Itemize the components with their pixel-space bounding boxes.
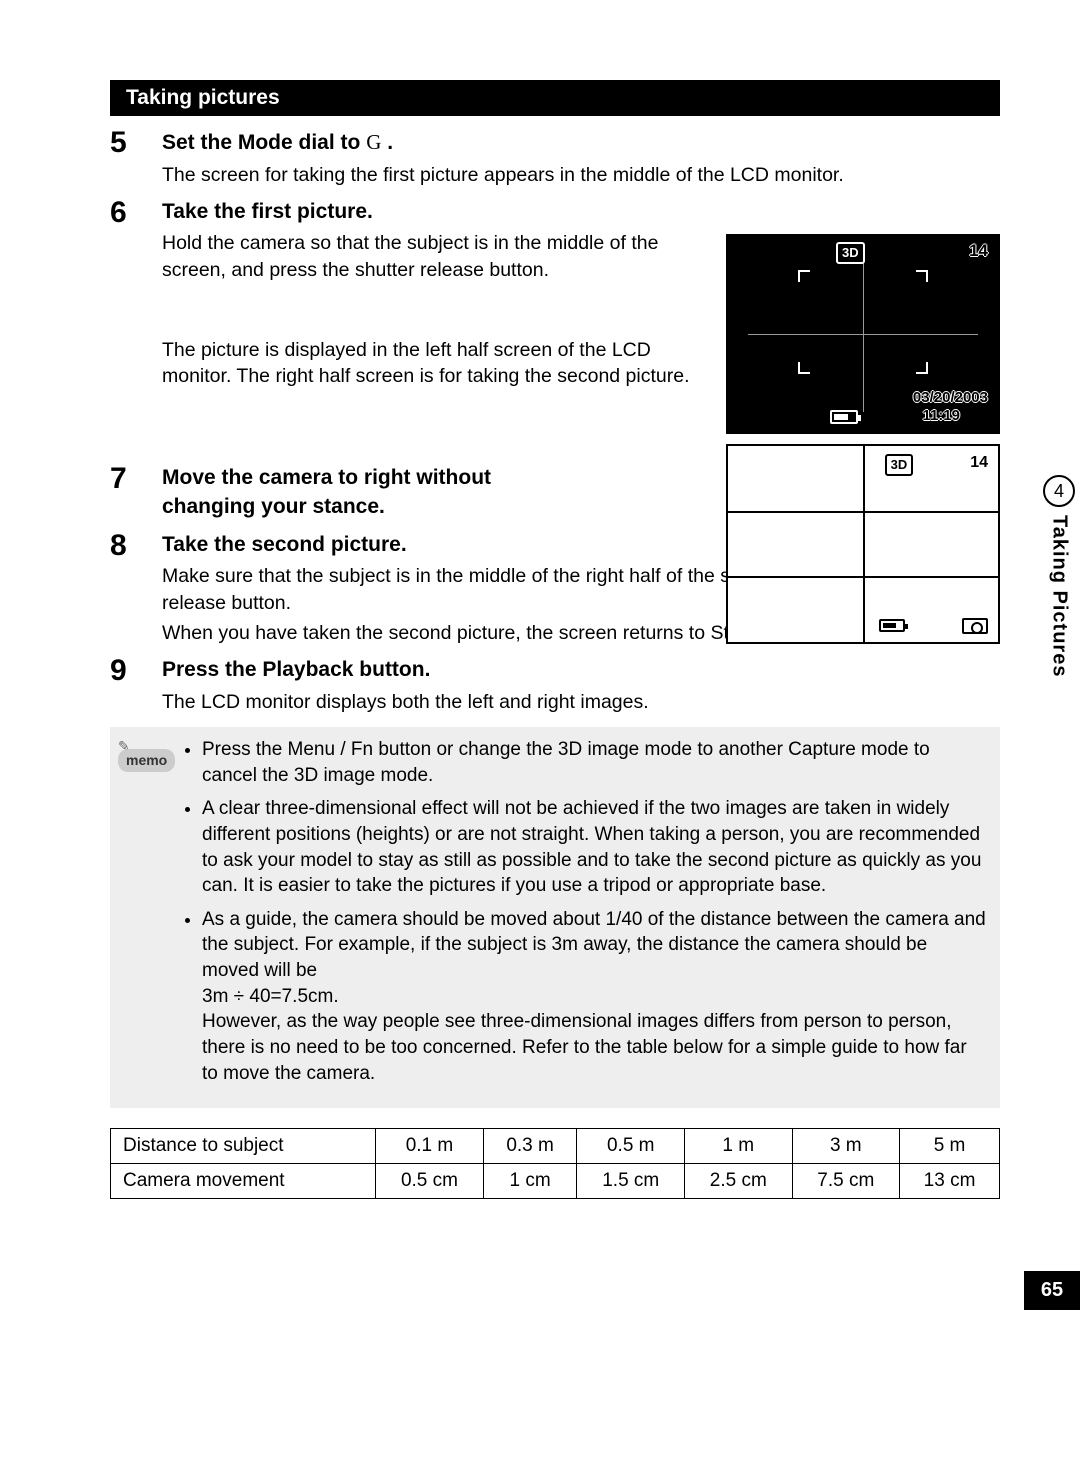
lcd-time: 11:19 [922, 406, 960, 426]
step-9: 9 Press the Playback button. The LCD mon… [110, 656, 1000, 1198]
battery-icon [830, 410, 858, 424]
chapter-title-vertical: Taking Pictures [1046, 515, 1073, 677]
step-number: 8 [110, 531, 162, 650]
step-number: 5 [110, 128, 162, 192]
step-title: Press the Playback button. [162, 656, 1000, 684]
section-header: Taking pictures [110, 80, 1000, 116]
page-content: Taking pictures 5 Set the Mode dial to G… [0, 0, 1080, 1295]
step-text: The screen for taking the first picture … [162, 162, 1000, 188]
3d-badge-icon: 3D [836, 242, 865, 264]
shots-remaining: 14 [969, 240, 988, 263]
side-tab: 4 Taking Pictures [1038, 475, 1080, 677]
lcd-preview-split: 3D 14 [726, 444, 1000, 644]
step-text: Hold the camera so that the subject is i… [162, 230, 712, 283]
step-title: Move the camera to right without changin… [162, 464, 570, 521]
page-number: 65 [1024, 1271, 1080, 1310]
step-number: 7 [110, 464, 162, 525]
memo-item: Press the Menu / Fn button or change the… [202, 737, 986, 788]
row-header: Distance to subject [111, 1129, 376, 1164]
memo-item: As a guide, the camera should be moved a… [202, 907, 986, 1086]
movement-guide-table: Distance to subject 0.1 m 0.3 m 0.5 m 1 … [110, 1128, 1000, 1198]
step-title: Set the Mode dial to G . [162, 128, 1000, 157]
memo-item: A clear three-dimensional effect will no… [202, 796, 986, 899]
lcd-preview-first: 3D 14 03/20/2003 11:19 [726, 234, 1000, 434]
memo-list: Press the Menu / Fn button or change the… [188, 737, 986, 1094]
step-5: 5 Set the Mode dial to G . The screen fo… [110, 128, 1000, 192]
memo-box: ✎ memo Press the Menu / Fn button or cha… [110, 727, 1000, 1108]
shots-remaining: 14 [970, 452, 988, 474]
battery-icon [879, 619, 905, 632]
table-row: Distance to subject 0.1 m 0.3 m 0.5 m 1 … [111, 1129, 1000, 1164]
camera-icon [962, 618, 988, 634]
chapter-number-circle: 4 [1043, 475, 1075, 507]
memo-icon: ✎ memo [118, 737, 178, 1094]
row-header: Camera movement [111, 1163, 376, 1198]
step-title: Take the first picture. [162, 198, 1000, 226]
mode-dial-glyph: G [366, 130, 381, 154]
step-text: The picture is displayed in the left hal… [162, 337, 712, 390]
step-7: 7 Move the camera to right without chang… [110, 464, 570, 525]
table-row: Camera movement 0.5 cm 1 cm 1.5 cm 2.5 c… [111, 1163, 1000, 1198]
3d-badge-icon: 3D [885, 454, 914, 476]
step-text: The LCD monitor displays both the left a… [162, 689, 1000, 715]
